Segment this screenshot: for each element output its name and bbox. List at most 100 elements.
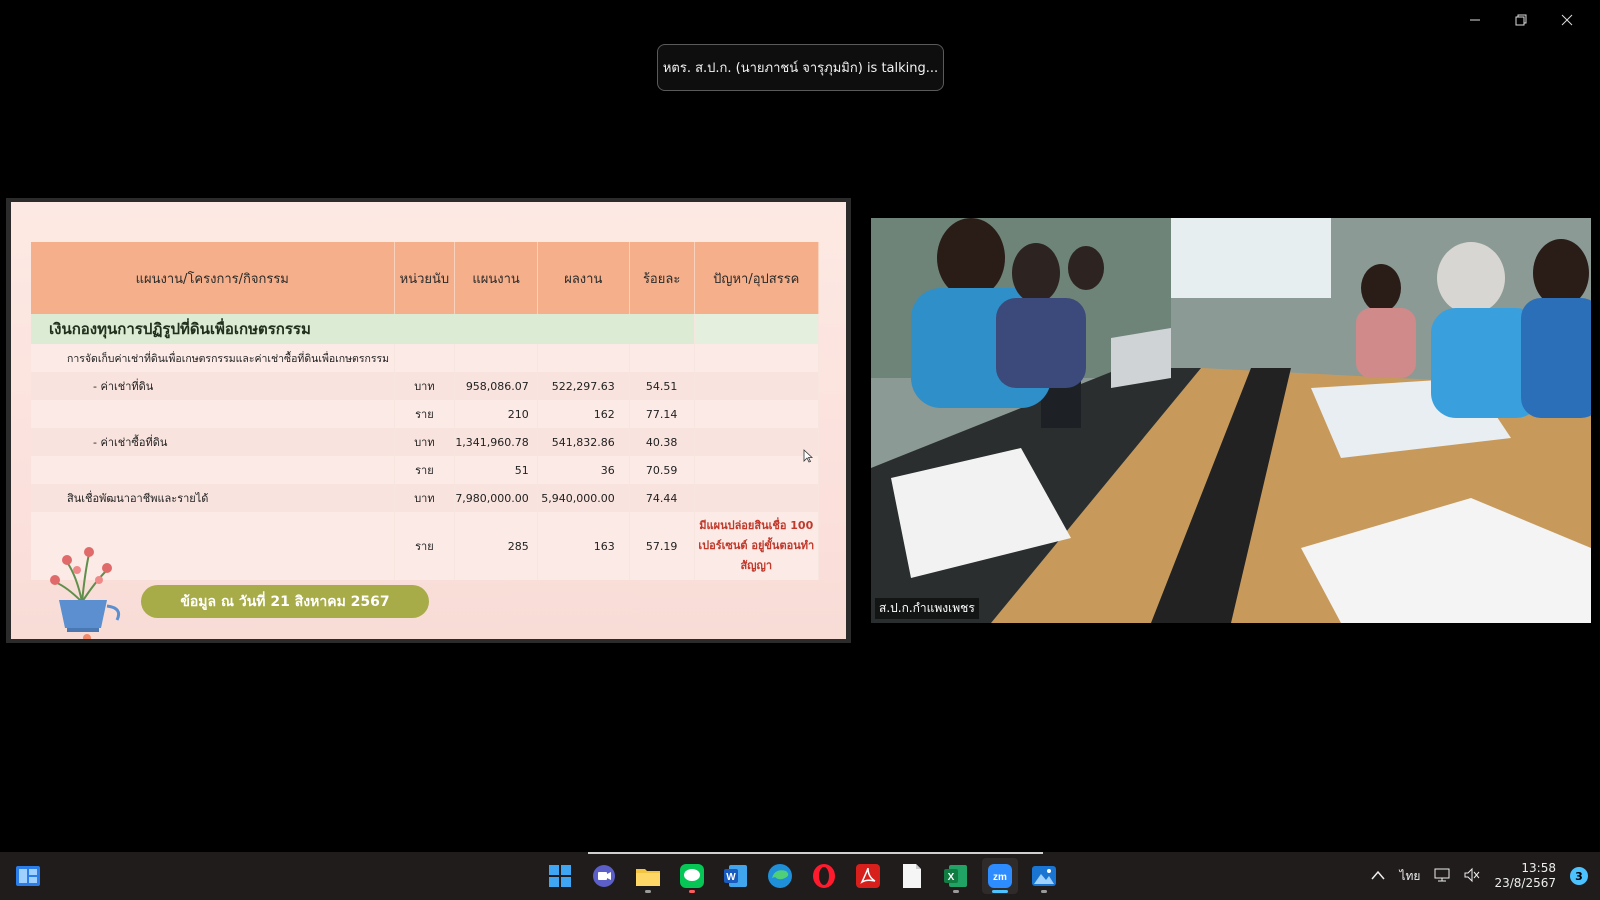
row-label: - ค่าเช่าที่ดิน (31, 372, 395, 400)
taskbar-opera[interactable] (806, 858, 842, 894)
active-speaker-text: หตร. ส.ป.ก. (นายภาชน์ จารุภุมมิก) is tal… (662, 61, 939, 76)
shared-screen[interactable]: แผนงาน/โครงการ/กิจกรรม หน่วยนับ แผนงาน ผ… (6, 198, 851, 643)
opera-browser-icon (813, 864, 835, 888)
row-unit: บาท (394, 484, 456, 512)
taskbar-edge[interactable] (762, 858, 798, 894)
line-app-icon (680, 864, 704, 888)
volume-muted-icon (1464, 867, 1480, 882)
running-indicator (689, 890, 695, 893)
running-indicator (953, 890, 959, 893)
taskbar-zoom[interactable]: zm (982, 858, 1018, 894)
row-result (537, 344, 630, 372)
taskbar-clock[interactable]: 13:58 23/8/2567 (1494, 861, 1556, 891)
participant-video-tile[interactable]: ส.ป.ก.กำแพงเพชร (871, 218, 1591, 623)
row-plan: 1,341,960.78 (454, 428, 538, 456)
row-label (31, 400, 395, 428)
flower-pot-illustration (50, 547, 121, 639)
taskbar-app-list: W X zm (542, 858, 1062, 894)
section-issue-cell (694, 314, 820, 344)
volume-button[interactable] (1464, 867, 1480, 886)
row-plan: 210 (454, 400, 538, 428)
window-controls (1452, 8, 1590, 32)
participant-name-label: ส.ป.ก.กำแพงเพชร (875, 598, 979, 619)
windows-logo-icon (549, 865, 571, 887)
word-icon: W (724, 865, 747, 887)
section-row: เงินกองทุนการปฏิรูปที่ดินเพื่อเกษตรกรรม (31, 314, 820, 344)
header-activity: แผนงาน/โครงการ/กิจกรรม (31, 242, 395, 314)
row-issue (694, 400, 820, 428)
chevron-up-icon (1371, 870, 1386, 880)
row-unit: บาท (394, 372, 456, 400)
row-issue (694, 428, 820, 456)
row-label: สินเชื่อพัฒนาอาชีพและรายได้ (31, 484, 395, 512)
row-percent: 70.59 (629, 456, 695, 484)
header-result: ผลงาน (537, 242, 630, 314)
active-speaker-banner: หตร. ส.ป.ก. (นายภาชน์ จารุภุมมิก) is tal… (657, 44, 944, 91)
restore-button[interactable] (1498, 8, 1544, 32)
meeting-room-video-frame (871, 218, 1591, 623)
row-unit: บาท (394, 428, 456, 456)
row-unit: ราย (394, 456, 456, 484)
input-language-indicator[interactable]: ไทย (1399, 867, 1420, 886)
row-plan: 7,980,000.00 (454, 484, 538, 512)
running-indicator (645, 890, 651, 893)
widgets-icon (16, 866, 40, 886)
row-percent: 40.38 (629, 428, 695, 456)
pdf-reader-icon (856, 864, 880, 888)
row-percent: 54.51 (629, 372, 695, 400)
table-row: ราย 210 162 77.14 (31, 400, 820, 428)
row-percent: 74.44 (629, 484, 695, 512)
network-button[interactable] (1434, 867, 1450, 886)
minimize-button[interactable] (1452, 8, 1498, 32)
active-indicator (992, 890, 1008, 893)
presentation-slide: แผนงาน/โครงการ/กิจกรรม หน่วยนับ แผนงาน ผ… (11, 202, 846, 639)
table-row: สินเชื่อพัฒนาอาชีพและรายได้ บาท 7,980,00… (31, 484, 820, 512)
taskbar-excel[interactable]: X (938, 858, 974, 894)
widgets-button[interactable] (14, 862, 42, 890)
row-result: 5,940,000.00 (537, 484, 630, 512)
show-hidden-icons-button[interactable] (1371, 869, 1386, 883)
taskbar-photos[interactable] (1026, 858, 1062, 894)
taskbar-line[interactable] (674, 858, 710, 894)
header-issue: ปัญหา/อุปสรรค (694, 242, 820, 314)
row-plan (454, 344, 538, 372)
table-row: - ค่าเช่าที่ดิน บาท 958,086.07 522,297.6… (31, 372, 820, 400)
row-plan: 958,086.07 (454, 372, 538, 400)
start-button[interactable] (542, 858, 578, 894)
data-date-badge: ข้อมูล ณ วันที่ 21 สิงหาคม 2567 (141, 585, 429, 618)
header-plan: แผนงาน (454, 242, 538, 314)
taskbar-file-explorer[interactable] (630, 858, 666, 894)
row-percent (629, 344, 695, 372)
table-row: ราย 51 36 70.59 (31, 456, 820, 484)
minimize-icon (1470, 19, 1480, 21)
clock-time: 13:58 (1521, 861, 1556, 875)
photos-icon (1032, 866, 1056, 886)
taskbar-top-highlight (588, 852, 1043, 854)
slide-table-container: แผนงาน/โครงการ/กิจกรรม หน่วยนับ แผนงาน ผ… (31, 242, 820, 580)
taskbar-acrobat[interactable] (850, 858, 886, 894)
document-icon (903, 864, 921, 888)
row-plan: 285 (454, 512, 538, 580)
close-button[interactable] (1544, 8, 1590, 32)
row-issue: มีแผนปล่อยสินเชื่อ 100 เปอร์เซนต์ อยู่ขั… (694, 512, 820, 580)
clock-date: 23/8/2567 (1494, 876, 1556, 890)
performance-table: แผนงาน/โครงการ/กิจกรรม หน่วยนับ แผนงาน ผ… (31, 242, 820, 580)
system-tray: ไทย 13:58 23/8/2567 3 (1371, 852, 1588, 900)
section-title: เงินกองทุนการปฏิรูปที่ดินเพื่อเกษตรกรรม (31, 314, 695, 344)
mouse-cursor-icon (803, 449, 813, 463)
restore-icon (1515, 14, 1527, 26)
folder-icon (636, 869, 660, 886)
taskbar-chat-button[interactable] (586, 858, 622, 894)
taskbar-notepad[interactable] (894, 858, 930, 894)
row-plan: 51 (454, 456, 538, 484)
svg-text:X: X (948, 872, 955, 883)
header-unit: หน่วยนับ (394, 242, 456, 314)
table-row: ราย 285 163 57.19 มีแผนปล่อยสินเชื่อ 100… (31, 512, 820, 580)
video-chat-icon (593, 865, 615, 887)
excel-icon: X (944, 865, 967, 887)
edge-browser-icon (768, 864, 792, 888)
notification-badge[interactable]: 3 (1570, 867, 1588, 885)
row-issue (694, 456, 820, 484)
row-issue (694, 484, 820, 512)
taskbar-word[interactable]: W (718, 858, 754, 894)
